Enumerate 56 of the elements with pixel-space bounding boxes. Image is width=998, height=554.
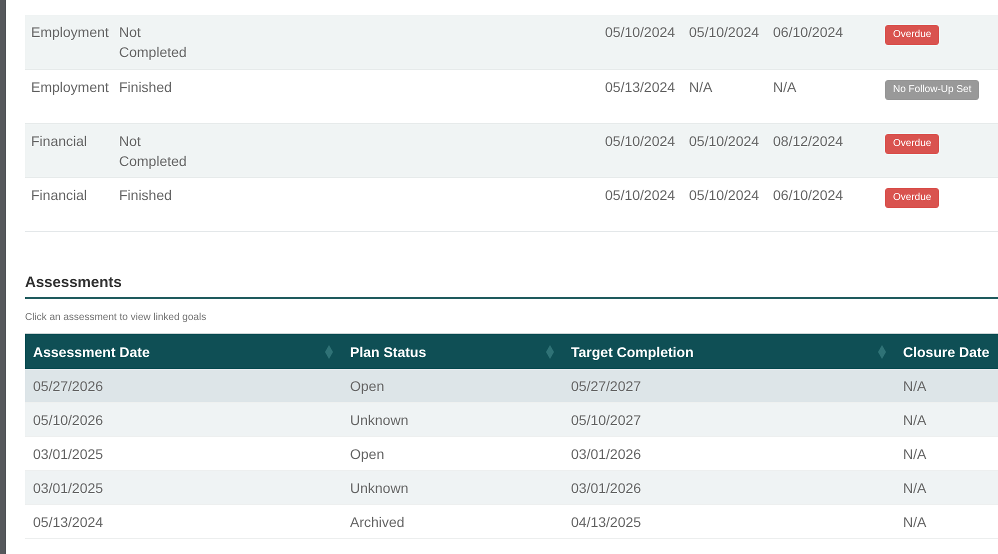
table-cell-text: N/A <box>689 78 714 97</box>
table-cell: 03/01/2025 <box>33 480 104 496</box>
table-cell: 05/27/2026 <box>33 378 104 394</box>
table-row[interactable]: 05/10/2026 Unknown 05/10/2027 N/A <box>25 403 998 437</box>
table-cell-text: N/A <box>773 78 798 97</box>
table-cell-text: 06/10/2024 <box>773 186 844 205</box>
table-cell: Unknown <box>350 412 408 428</box>
table-cell-text: Not Completed <box>119 23 188 62</box>
column-header[interactable]: Closure Date <box>903 344 990 360</box>
table-cell: Open <box>350 378 384 394</box>
table-cell: Open <box>350 446 384 462</box>
table-cell: Archived <box>350 514 404 530</box>
table-cell-text: Employment <box>31 23 110 42</box>
table-cell: 05/10/2027 <box>571 412 642 428</box>
table-cell-text: Finished <box>119 186 173 205</box>
table-cell-text: Financial <box>31 132 88 151</box>
table-cell: 05/27/2027 <box>571 378 642 394</box>
status-badge: Overdue <box>885 188 940 208</box>
table-cell: 05/13/2024 <box>33 514 104 530</box>
column-header[interactable]: Plan Status <box>350 344 426 360</box>
table-cell-text: 08/12/2024 <box>773 132 844 151</box>
table-row[interactable]: 03/01/2025 Unknown 03/01/2026 N/A <box>25 471 998 505</box>
status-badge: Overdue <box>885 25 940 45</box>
table-cell-text: Not Completed <box>119 132 188 171</box>
table-cell: N/A <box>903 480 926 496</box>
table-cell-text: 05/10/2024 <box>689 132 760 151</box>
table-cell-text: 05/10/2024 <box>689 23 760 42</box>
table-cell-text: 05/13/2024 <box>605 78 676 97</box>
table-cell-text: 05/10/2024 <box>605 132 676 151</box>
table-cell-text: 05/10/2024 <box>605 23 676 42</box>
table-cell: 03/01/2025 <box>33 446 104 462</box>
table-cell: 05/10/2026 <box>33 412 104 428</box>
table-cell: 03/01/2026 <box>571 480 642 496</box>
table-cell-text: Finished <box>119 78 173 97</box>
table-cell: N/A <box>903 446 926 462</box>
table-cell: Unknown <box>350 480 408 496</box>
hint-text: Click an assessment to view linked goals <box>25 312 208 324</box>
table-cell: 04/13/2025 <box>571 514 642 530</box>
table-cell-text: 06/10/2024 <box>773 23 844 42</box>
sort-icon[interactable] <box>878 344 886 358</box>
table-row[interactable]: 05/27/2026 Open 05/27/2027 N/A <box>25 369 998 403</box>
sort-icon[interactable] <box>325 344 333 358</box>
table-cell-text: 05/10/2024 <box>689 186 760 205</box>
table-cell-text: 05/10/2024 <box>605 186 676 205</box>
table-cell-text: Financial <box>31 186 88 205</box>
table-cell: 03/01/2026 <box>571 446 642 462</box>
table-cell: N/A <box>903 378 926 394</box>
table-cell: N/A <box>903 514 926 530</box>
status-badge: No Follow-Up Set <box>885 80 980 100</box>
status-badge: Overdue <box>885 134 940 154</box>
table-cell-text: Employment <box>31 78 110 97</box>
table-cell: N/A <box>903 412 926 428</box>
column-header[interactable]: Assessment Date <box>33 344 150 360</box>
column-header[interactable]: Target Completion <box>571 344 694 360</box>
sort-icon[interactable] <box>546 344 554 358</box>
section-title: Assessments <box>25 274 123 292</box>
